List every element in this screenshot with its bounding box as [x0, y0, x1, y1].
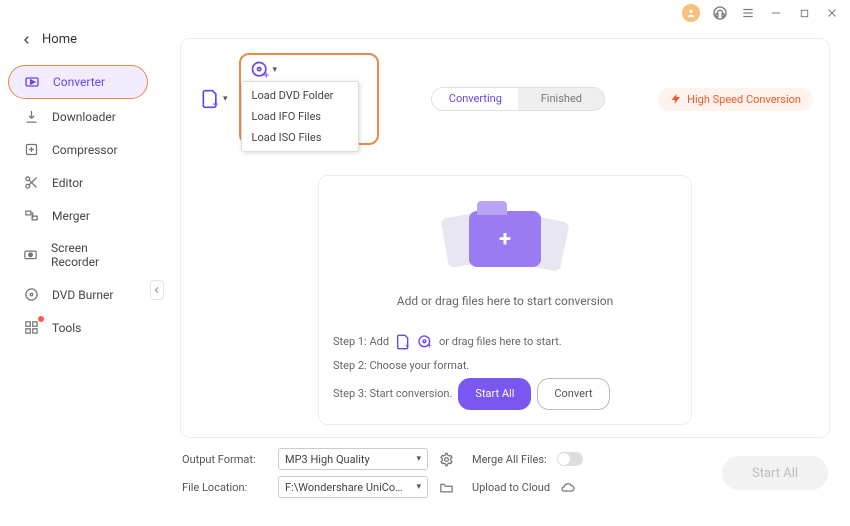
- file-location-value: F:\Wondershare UniConverter 1: [285, 481, 405, 494]
- notification-dot: [38, 316, 44, 322]
- sidebar-item-editor[interactable]: Editor: [8, 167, 148, 198]
- drop-zone[interactable]: + Add or drag files here to start conver…: [318, 175, 692, 425]
- svg-text:+: +: [428, 342, 432, 350]
- sidebar-item-label: Screen Recorder: [51, 241, 134, 269]
- sidebar-item-label: DVD Burner: [52, 288, 113, 302]
- sidebar: Home Converter Downloader Compressor Edi…: [0, 0, 156, 526]
- tools-icon: [22, 320, 40, 335]
- sidebar-item-screen-recorder[interactable]: Screen Recorder: [8, 233, 148, 277]
- merger-icon: [22, 208, 40, 223]
- svg-text:+: +: [405, 342, 409, 350]
- start-all-button[interactable]: Start All: [722, 456, 828, 490]
- sidebar-item-compressor[interactable]: Compressor: [8, 134, 148, 165]
- high-speed-button[interactable]: High Speed Conversion: [658, 88, 813, 111]
- high-speed-label: High Speed Conversion: [687, 93, 801, 106]
- dropdown-item-load-dvd-folder[interactable]: Load DVD Folder: [242, 85, 358, 106]
- disc-icon: [22, 287, 40, 302]
- tab-converting[interactable]: Converting: [432, 88, 518, 110]
- user-icon: [686, 8, 696, 18]
- step-3: Step 3: Start conversion. Start All Conv…: [333, 378, 677, 410]
- dropzone-headline: Add or drag files here to start conversi…: [333, 294, 677, 308]
- dropdown-item-load-ifo-files[interactable]: Load IFO Files: [242, 106, 358, 127]
- tab-finished[interactable]: Finished: [518, 88, 604, 110]
- converter-card: + ▾ + ▾ Load DVD Folder Load IFO Files L…: [180, 38, 830, 438]
- card-top-row: + ▾ + ▾ Load DVD Folder Load IFO Files L…: [197, 53, 813, 145]
- main-pane: + ▾ + ▾ Load DVD Folder Load IFO Files L…: [156, 24, 850, 526]
- sidebar-item-label: Converter: [53, 75, 105, 89]
- svg-text:+: +: [213, 99, 219, 109]
- close-button[interactable]: [824, 5, 840, 21]
- add-file-icon: +: [395, 334, 411, 350]
- chevron-down-icon: ▾: [416, 482, 421, 492]
- menu-icon[interactable]: [740, 5, 756, 21]
- svg-text:+: +: [263, 70, 269, 80]
- step1-prefix: Step 1: Add: [333, 330, 389, 354]
- add-file-button[interactable]: + ▾: [197, 86, 231, 112]
- load-disc-highlight: + ▾ Load DVD Folder Load IFO Files Load …: [239, 53, 379, 145]
- sidebar-item-tools[interactable]: Tools: [8, 312, 148, 343]
- step-2: Step 2: Choose your format.: [333, 354, 677, 378]
- load-disc-button[interactable]: + ▾: [247, 57, 281, 83]
- status-tabs: Converting Finished: [431, 87, 605, 111]
- maximize-button[interactable]: [796, 5, 812, 21]
- recorder-icon: [22, 248, 39, 263]
- sidebar-item-downloader[interactable]: Downloader: [8, 101, 148, 132]
- account-avatar[interactable]: [682, 4, 700, 22]
- convert-pill[interactable]: Convert: [537, 378, 609, 410]
- folder-illustration: +: [333, 194, 677, 284]
- sidebar-item-label: Merger: [52, 209, 90, 223]
- minimize-button[interactable]: [768, 5, 784, 21]
- sidebar-item-label: Compressor: [52, 143, 118, 157]
- chevron-left-icon: [22, 35, 32, 45]
- output-format-label: Output Format:: [182, 453, 268, 466]
- compressor-icon: [22, 142, 40, 157]
- start-all-pill[interactable]: Start All: [458, 378, 531, 410]
- folder-open-icon[interactable]: [438, 480, 454, 495]
- merge-label: Merge All Files:: [472, 453, 547, 466]
- converter-icon: [23, 74, 41, 90]
- file-location-label: File Location:: [182, 481, 268, 494]
- chevron-down-icon: ▾: [223, 94, 228, 104]
- merge-toggle[interactable]: [557, 452, 583, 466]
- output-format-value: MP3 High Quality: [285, 453, 370, 466]
- step-1: Step 1: Add + + or drag files here to st…: [333, 330, 677, 354]
- dropdown-item-load-iso-files[interactable]: Load ISO Files: [242, 127, 358, 148]
- load-disc-dropdown: Load DVD Folder Load IFO Files Load ISO …: [241, 81, 359, 152]
- chevron-down-icon: ▾: [416, 454, 421, 464]
- cloud-icon[interactable]: [560, 479, 576, 495]
- add-disc-icon: +: [250, 60, 270, 80]
- sidebar-item-label: Editor: [52, 176, 83, 190]
- upload-label: Upload to Cloud: [472, 481, 550, 494]
- step1-suffix: or drag files here to start.: [439, 330, 562, 354]
- sidebar-item-merger[interactable]: Merger: [8, 200, 148, 231]
- sidebar-item-converter[interactable]: Converter: [8, 65, 148, 99]
- steps-help: Step 1: Add + + or drag files here to st…: [333, 330, 677, 410]
- output-format-select[interactable]: MP3 High Quality ▾: [278, 448, 428, 470]
- file-location-select[interactable]: F:\Wondershare UniConverter 1 ▾: [278, 476, 428, 498]
- home-label: Home: [42, 32, 77, 47]
- chevron-down-icon: ▾: [273, 65, 278, 75]
- sidebar-item-dvd-burner[interactable]: DVD Burner: [8, 279, 148, 310]
- bottom-bar: Output Format: MP3 High Quality ▾ Merge …: [180, 438, 830, 498]
- download-icon: [22, 109, 40, 124]
- settings-icon[interactable]: [438, 452, 454, 467]
- add-file-icon: +: [200, 89, 220, 109]
- step3-prefix: Step 3: Start conversion.: [333, 382, 452, 406]
- scissors-icon: [22, 175, 40, 190]
- sidebar-item-label: Tools: [52, 321, 81, 335]
- add-disc-icon: +: [417, 334, 433, 350]
- home-back[interactable]: Home: [0, 26, 156, 63]
- support-icon[interactable]: [712, 5, 728, 21]
- sidebar-item-label: Downloader: [52, 110, 116, 124]
- plus-icon: +: [499, 227, 511, 252]
- lightning-icon: [670, 93, 682, 105]
